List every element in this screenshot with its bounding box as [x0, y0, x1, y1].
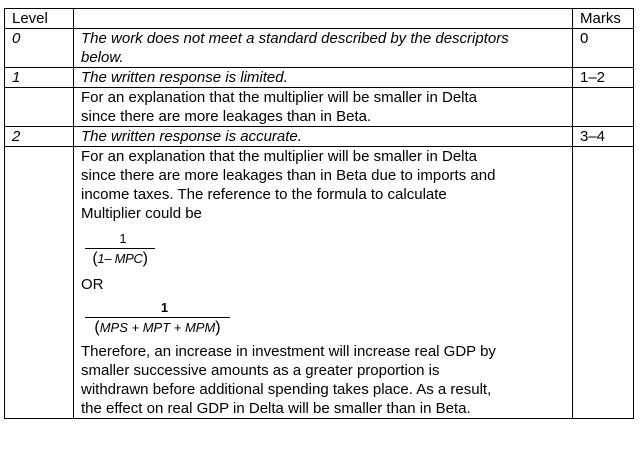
formula-numerator: 1 [119, 231, 127, 246]
empty-marks-cell [572, 87, 634, 127]
level-0-descriptor-line: below. [81, 49, 124, 66]
empty-level-cell [4, 87, 74, 127]
level-2-explanation-line: since there are more leakages than in Be… [81, 167, 496, 184]
level-2-descriptor: The written response is accurate. [73, 126, 573, 147]
level-1-descriptor: The written response is limited. [73, 67, 573, 88]
conclusion-line: withdrawn before additional spending tak… [81, 381, 492, 398]
level-2-row: 2 The written response is accurate. 3–4 [4, 126, 634, 147]
level-1-number: 1 [4, 67, 74, 88]
mark-scheme-table: Level Marks 0 The work does not meet a s… [4, 8, 634, 419]
formula-denominator: (MPS + MPT + MPM) [94, 319, 221, 336]
formula-numerator: 1 [160, 300, 169, 315]
conclusion-line: the effect on real GDP in Delta will be … [81, 400, 471, 417]
level-2-explanation-row: For an explanation that the multiplier w… [4, 146, 634, 419]
conclusion-line: smaller successive amounts as a greater … [81, 362, 440, 379]
conclusion-line: Therefore, an increase in investment wil… [81, 343, 496, 360]
header-row: Level Marks [4, 8, 634, 29]
level-0-descriptor-line: The work does not meet a standard descri… [81, 30, 509, 47]
mark-scheme-page: { "header": { "level": "Level", "descrip… [0, 0, 642, 456]
level-2-explanation-line: income taxes. The reference to the formu… [81, 186, 447, 203]
level-2-explanation-line: Multiplier could be [81, 205, 202, 222]
level-0-number: 0 [4, 28, 74, 68]
or-text: OR [81, 276, 104, 293]
header-level: Level [4, 8, 74, 29]
header-description [73, 8, 573, 29]
level-0-marks: 0 [572, 28, 634, 68]
fraction-bar [85, 248, 155, 249]
level-1-marks: 1–2 [572, 67, 634, 88]
empty-marks-cell [572, 146, 634, 419]
level-1-explanation-row: For an explanation that the multiplier w… [4, 87, 634, 127]
level-2-explanation: For an explanation that the multiplier w… [73, 146, 573, 419]
level-2-marks: 3–4 [572, 126, 634, 147]
header-marks: Marks [572, 8, 634, 29]
level-1-explanation-line: For an explanation that the multiplier w… [81, 89, 478, 106]
empty-level-cell [4, 146, 74, 419]
level-0-descriptor: The work does not meet a standard descri… [73, 28, 573, 68]
level-1-explanation-line: since there are more leakages than in Be… [81, 108, 372, 125]
level-1-explanation: For an explanation that the multiplier w… [73, 87, 573, 127]
level-2-explanation-line: For an explanation that the multiplier w… [81, 148, 478, 165]
level-0-row: 0 The work does not meet a standard desc… [4, 28, 634, 68]
level-1-row: 1 The written response is limited. 1–2 [4, 67, 634, 88]
level-2-number: 2 [4, 126, 74, 147]
multiplier-formula-mpc: 1 (1– MPC) [85, 231, 155, 267]
fraction-bar [85, 317, 230, 318]
formula-denominator: (1– MPC) [92, 250, 148, 267]
multiplier-formula-leakages: 1 (MPS + MPT + MPM) [85, 300, 230, 336]
